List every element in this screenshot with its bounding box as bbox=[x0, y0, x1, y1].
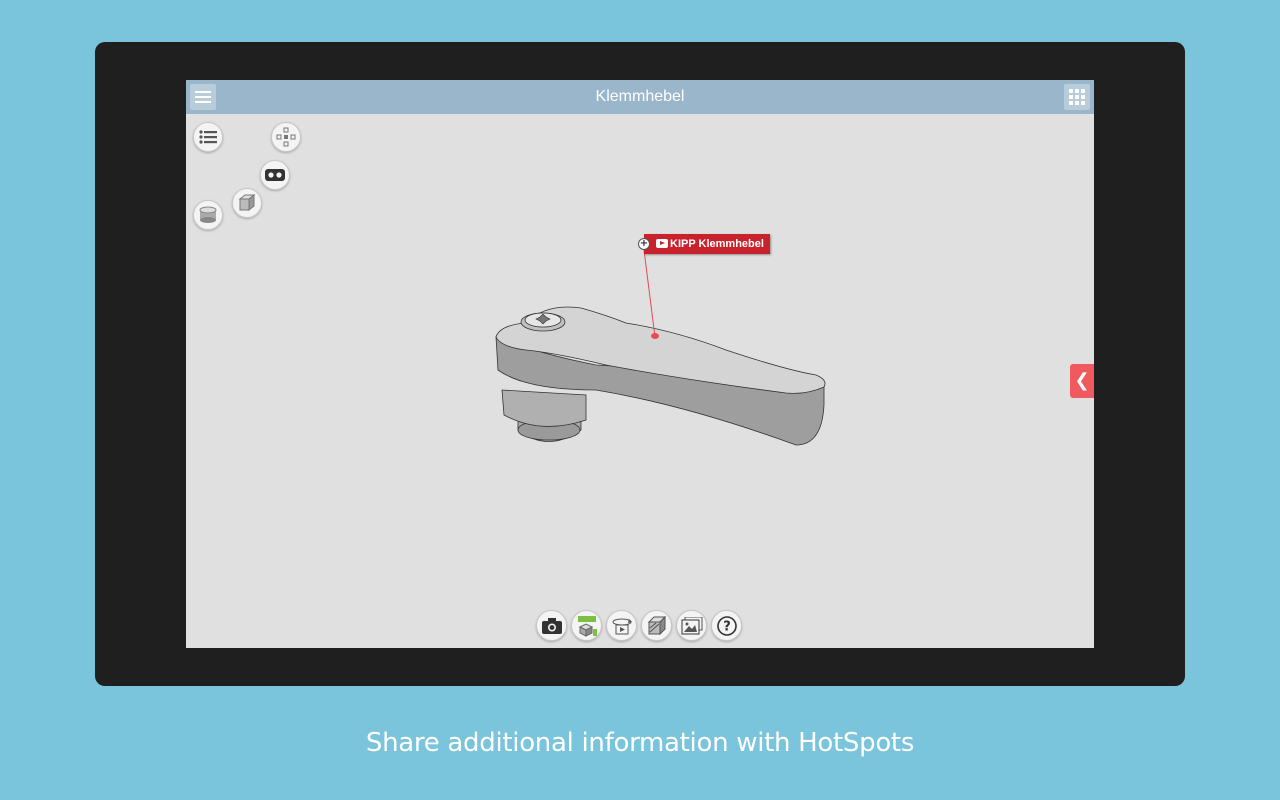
camera-icon bbox=[541, 617, 562, 634]
cylinder-icon bbox=[199, 206, 217, 223]
vr-view-button[interactable] bbox=[260, 160, 290, 190]
explode-icon bbox=[276, 127, 296, 147]
image-icon bbox=[681, 616, 702, 634]
bottom-toolbar: ? bbox=[536, 610, 746, 642]
hotspot-label-text: KIPP Klemmhebel bbox=[670, 238, 764, 250]
help-button[interactable]: ? bbox=[711, 610, 742, 641]
ar-button[interactable] bbox=[571, 610, 602, 641]
top-bar: Klemmhebel bbox=[186, 80, 1094, 114]
apps-button[interactable] bbox=[1064, 84, 1090, 110]
help-glyph: ? bbox=[723, 619, 731, 634]
parts-list-button[interactable] bbox=[193, 122, 223, 152]
chevron-left-icon: ❮ bbox=[1074, 370, 1090, 391]
hotspot-leader-line bbox=[642, 242, 656, 338]
side-panel-toggle[interactable]: ❮ bbox=[1070, 364, 1094, 398]
cylinder-view-button[interactable] bbox=[193, 200, 223, 230]
screenshot-button[interactable] bbox=[536, 610, 567, 641]
app-screen: Klemmhebel KIPP Klemmhebel + ❮ ? bbox=[186, 80, 1094, 648]
lever-3d-model[interactable] bbox=[486, 295, 846, 475]
hotspot-add-icon[interactable]: + bbox=[638, 238, 650, 250]
promo-caption: Share additional information with HotSpo… bbox=[365, 728, 915, 758]
section-button[interactable] bbox=[641, 610, 672, 641]
page-title: Klemmhebel bbox=[595, 88, 685, 105]
section-cube-icon bbox=[647, 615, 666, 635]
rotate-icon bbox=[612, 618, 632, 634]
render-mode-button[interactable] bbox=[232, 188, 262, 218]
menu-button[interactable] bbox=[190, 84, 216, 110]
background-button[interactable] bbox=[676, 610, 707, 641]
youtube-icon bbox=[656, 239, 668, 248]
vr-goggles-icon bbox=[265, 169, 285, 181]
cube-icon bbox=[238, 193, 256, 212]
explode-view-button[interactable] bbox=[271, 122, 301, 152]
list-icon bbox=[199, 130, 217, 144]
help-icon: ? bbox=[716, 615, 737, 636]
hamburger-icon bbox=[195, 91, 211, 103]
grid-icon bbox=[1069, 89, 1085, 105]
ar-cube-icon bbox=[577, 615, 597, 637]
rotate-animation-button[interactable] bbox=[606, 610, 637, 641]
